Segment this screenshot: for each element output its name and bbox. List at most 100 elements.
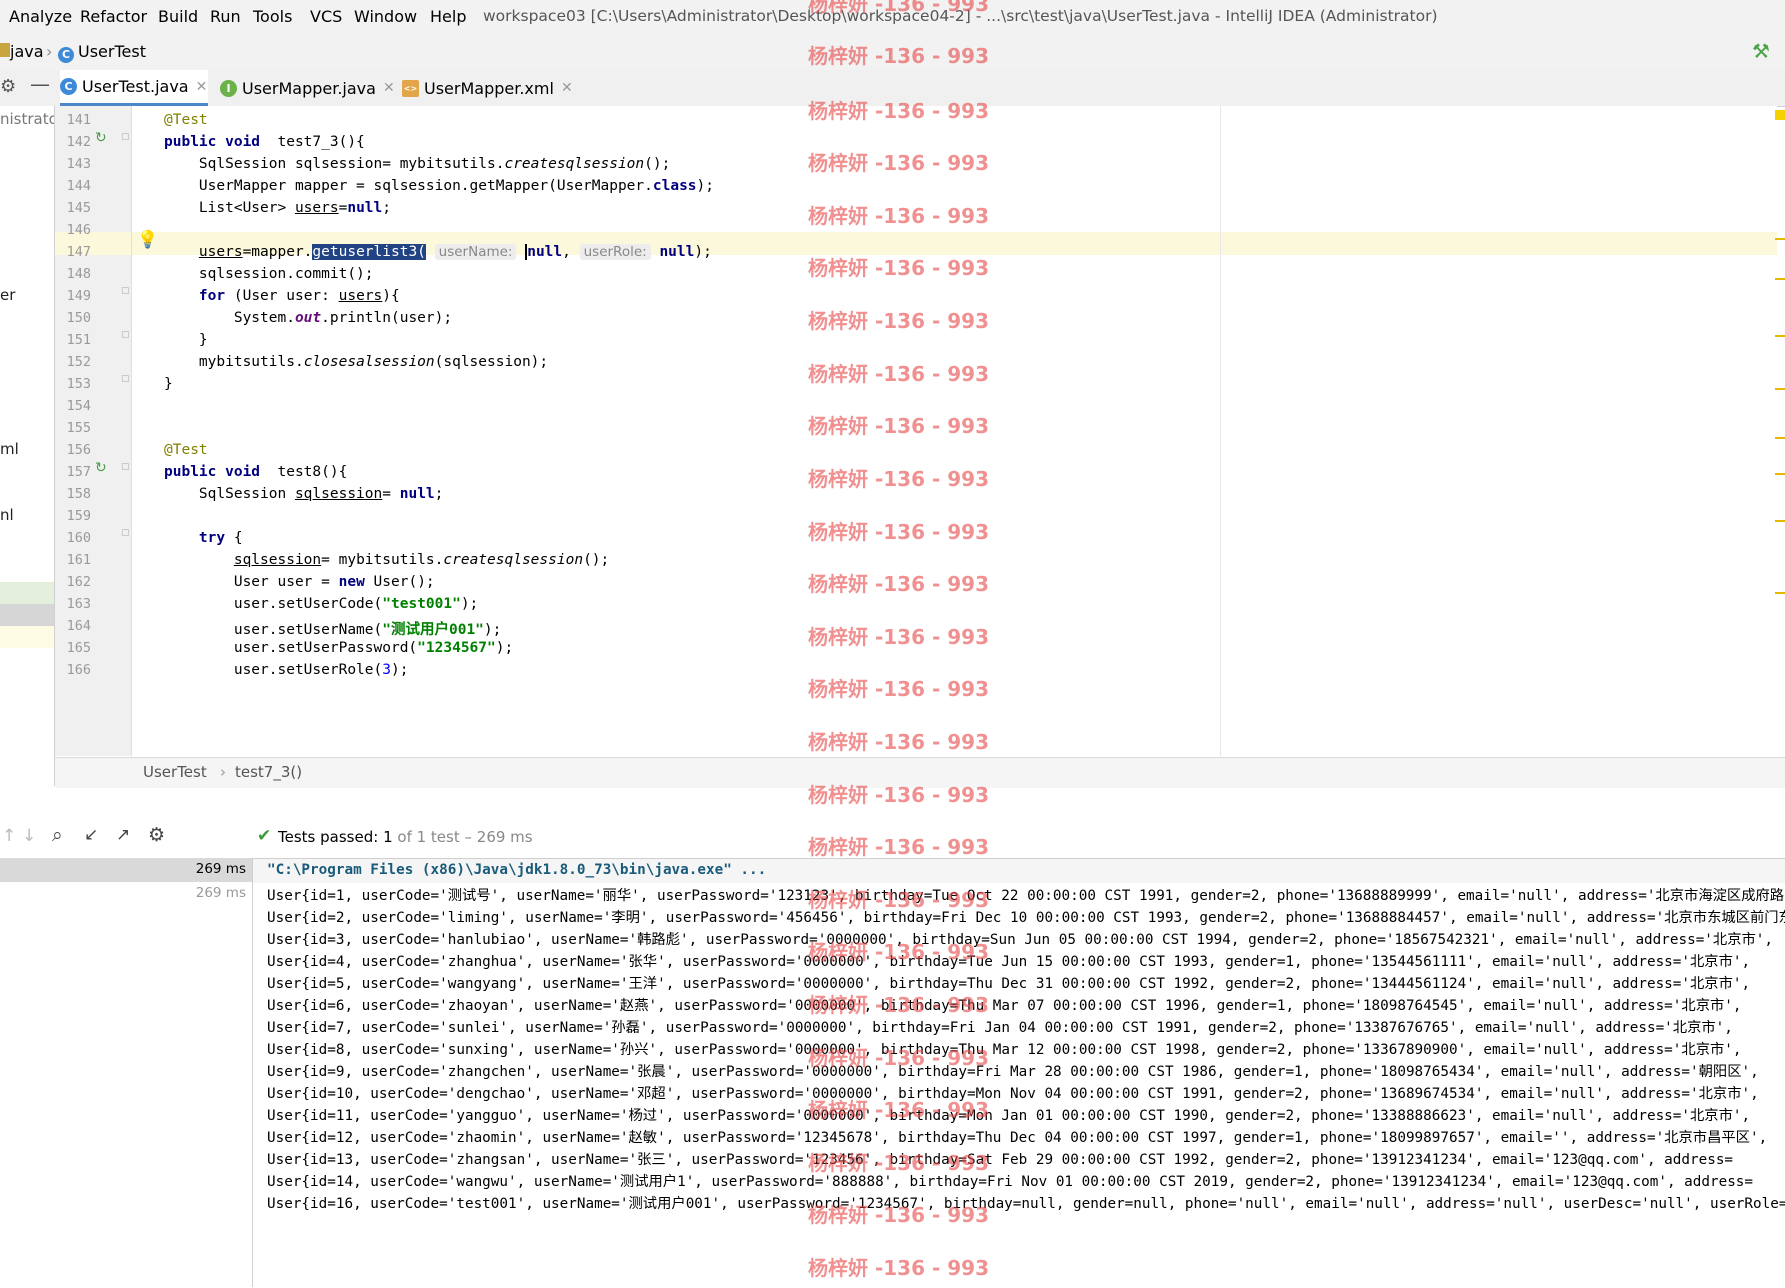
line-number: 158: [66, 486, 91, 502]
line-number: 157: [66, 464, 91, 480]
error-stripe-mark[interactable]: [1775, 437, 1785, 439]
menu-vcs[interactable]: VCS: [310, 7, 342, 26]
test-tree-row-selected[interactable]: 269 ms: [0, 858, 252, 882]
error-stripe-mark[interactable]: [1775, 592, 1785, 594]
code-line: public void test7_3(){: [164, 134, 365, 150]
console-line: User{id=4, userCode='zhanghua', userName…: [267, 954, 1751, 970]
project-item[interactable]: er: [0, 286, 15, 304]
menu-tools[interactable]: Tools: [253, 7, 292, 26]
project-row-selected: [0, 604, 54, 626]
fold-icon[interactable]: ▢: [121, 286, 130, 296]
chevron-right-icon: ›: [46, 42, 53, 61]
error-stripe-mark[interactable]: [1775, 238, 1785, 240]
build-hammer-icon[interactable]: ⚒: [1752, 39, 1770, 63]
menu-bar: Analyze Refactor Build Run Tools VCS Win…: [0, 0, 1785, 34]
close-icon[interactable]: ✕: [561, 80, 573, 96]
error-stripe-mark[interactable]: [1775, 388, 1785, 390]
menu-run[interactable]: Run: [210, 7, 241, 26]
tests-status: Tests passed: 1 of 1 test – 269 ms: [278, 828, 533, 846]
line-number: 142: [66, 134, 91, 150]
console-command-line: "C:\Program Files (x86)\Java\jdk1.8.0_73…: [267, 862, 767, 878]
run-test-icon[interactable]: ↻: [95, 460, 107, 476]
import-tests-icon[interactable]: ↙: [84, 825, 98, 845]
menu-refactor[interactable]: Refactor: [80, 7, 147, 26]
editor-breadcrumb: UserTest › test7_3(): [55, 757, 1785, 788]
project-item[interactable]: ml: [0, 440, 19, 458]
gear-icon[interactable]: ⚙: [0, 76, 16, 97]
error-stripe-mark[interactable]: [1775, 520, 1785, 522]
console-output[interactable]: "C:\Program Files (x86)\Java\jdk1.8.0_73…: [253, 858, 1785, 1288]
line-number: 160: [66, 530, 91, 546]
console-line: User{id=2, userCode='liming', userName='…: [267, 910, 1785, 926]
code-line-current: users=mapper.getuserlist3( userName: nul…: [198, 244, 712, 260]
close-icon[interactable]: ✕: [196, 79, 208, 95]
console-line: User{id=8, userCode='sunxing', userName=…: [267, 1042, 1742, 1058]
code-line: System.out.println(user);: [164, 310, 453, 326]
line-number: 150: [66, 310, 91, 326]
line-number: 141: [66, 112, 91, 128]
line-number: 165: [66, 640, 91, 656]
tests-status-label: Tests passed:: [278, 828, 379, 846]
code-line: List<User> users=null;: [164, 200, 391, 216]
menu-help[interactable]: Help: [430, 7, 466, 26]
code-line: UserMapper mapper = sqlsession.getMapper…: [164, 178, 714, 194]
test-tree: 269 ms 269 ms: [0, 858, 253, 1287]
arrow-up-icon[interactable]: ↑: [2, 826, 16, 846]
error-stripe-mark[interactable]: [1775, 473, 1785, 475]
line-number: 152: [66, 354, 91, 370]
code-editor[interactable]: 💡 @Test public void test7_3(){ SqlSessio…: [132, 106, 1777, 756]
tab-label: UserMapper.java: [242, 78, 376, 98]
window-title: workspace03 [C:\Users\Administrator\Desk…: [483, 7, 1438, 25]
code-line: sqlsession.commit();: [164, 266, 374, 282]
nav-crumb-java[interactable]: java: [10, 42, 44, 61]
check-icon: ✔: [257, 826, 272, 846]
fold-icon[interactable]: ▢: [121, 528, 130, 538]
console-line: User{id=14, userCode='wangwu', userName=…: [267, 1174, 1754, 1190]
code-line: mybitsutils.closesalsession(sqlsession);: [164, 354, 549, 370]
console-line: User{id=11, userCode='yangguo', userName…: [267, 1108, 1751, 1124]
line-number: 155: [66, 420, 91, 436]
error-stripe-mark[interactable]: [1775, 335, 1785, 337]
tab-usermapper-xml[interactable]: <> UserMapper.xml ✕: [402, 70, 573, 106]
close-icon[interactable]: ✕: [383, 80, 395, 96]
menu-build[interactable]: Build: [158, 7, 198, 26]
interface-file-icon: I: [220, 79, 237, 97]
code-line: sqlsession= mybitsutils.createsqlsession…: [233, 552, 610, 568]
project-item[interactable]: nistrato: [0, 110, 54, 128]
gear-icon[interactable]: ⚙: [148, 824, 165, 846]
menu-analyze[interactable]: Analyze: [9, 7, 72, 26]
code-line: user.setUserPassword("1234567");: [164, 640, 514, 656]
console-line: User{id=13, userCode='zhangsan', userNam…: [267, 1152, 1734, 1168]
fold-icon[interactable]: ▢: [121, 374, 130, 384]
editor-gutter: 141 142 143 144 145 146 147 148 149 150 …: [55, 106, 132, 756]
error-stripe-mark[interactable]: [1775, 278, 1785, 280]
fold-icon[interactable]: ▢: [121, 132, 130, 142]
line-number: 166: [66, 662, 91, 678]
collapse-icon[interactable]: —: [30, 72, 50, 96]
fold-icon[interactable]: ▢: [121, 462, 130, 472]
run-test-icon[interactable]: ↻: [95, 130, 107, 146]
tab-usermapper-java[interactable]: I UserMapper.java ✕: [220, 70, 395, 106]
project-item[interactable]: nl: [0, 506, 14, 524]
project-panel: nistrato er ml nl: [0, 106, 55, 786]
line-number: 148: [66, 266, 91, 282]
tab-usertest-java[interactable]: C UserTest.java ✕: [60, 70, 208, 106]
class-file-icon: C: [58, 43, 79, 63]
export-tests-icon[interactable]: ↗: [116, 825, 130, 845]
fold-icon[interactable]: ▢: [121, 330, 130, 340]
breadcrumb-method[interactable]: test7_3(): [235, 763, 302, 781]
line-number: 162: [66, 574, 91, 590]
line-number: 147: [66, 244, 91, 260]
inspection-status-icon[interactable]: [1775, 110, 1785, 120]
arrow-down-icon[interactable]: ↓: [22, 826, 36, 846]
lightbulb-icon[interactable]: 💡: [137, 230, 158, 250]
test-tree-row[interactable]: 269 ms: [0, 882, 252, 906]
tests-status-count: 1: [383, 828, 393, 846]
breadcrumb-class[interactable]: UserTest: [143, 763, 207, 781]
console-line: User{id=3, userCode='hanlubiao', userNam…: [267, 932, 1774, 948]
folder-icon: [0, 43, 10, 57]
menu-window[interactable]: Window: [354, 7, 417, 26]
code-line: user.setUserName("测试用户001");: [164, 622, 502, 638]
history-search-icon[interactable]: ⌕: [52, 824, 63, 846]
nav-crumb-usertest[interactable]: UserTest: [78, 42, 146, 61]
